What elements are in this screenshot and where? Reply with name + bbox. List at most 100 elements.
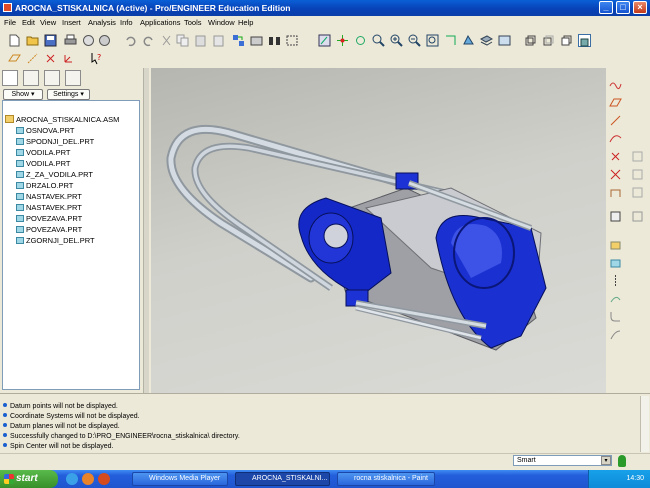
folder-browser-tab[interactable]: [23, 70, 39, 86]
plane-icon[interactable]: [609, 96, 622, 109]
view-manager-icon[interactable]: [498, 34, 511, 47]
cut-feature-icon[interactable]: [631, 150, 644, 163]
whats-this-icon[interactable]: ?: [90, 52, 103, 65]
tree-item[interactable]: NASTAVEK.PRT: [16, 202, 82, 213]
csys-icon[interactable]: [609, 168, 622, 181]
orient-mode-icon[interactable]: [354, 34, 367, 47]
menu-tools[interactable]: Tools: [184, 16, 202, 30]
refit-icon[interactable]: [426, 34, 439, 47]
point-icon[interactable]: [609, 150, 622, 163]
create-component-icon[interactable]: [609, 256, 622, 269]
show-dropdown[interactable]: Show ▾: [3, 89, 43, 100]
mirror-icon[interactable]: [609, 274, 622, 287]
redo-icon[interactable]: [142, 34, 155, 47]
find-icon[interactable]: [268, 34, 281, 47]
tree-item[interactable]: POVEZAVA.PRT: [16, 213, 82, 224]
menu-insert[interactable]: Insert: [62, 16, 81, 30]
media-icon[interactable]: [82, 473, 94, 485]
menu-applications[interactable]: Applications: [140, 16, 180, 30]
favorites-tab[interactable]: [44, 70, 60, 86]
message-scrollbar[interactable]: [640, 396, 649, 452]
send-mail-icon[interactable]: [82, 34, 95, 47]
menu-view[interactable]: View: [40, 16, 56, 30]
task-media-player[interactable]: Windows Media Player: [132, 472, 228, 486]
navigator-tabs: [2, 70, 87, 86]
menu-analysis[interactable]: Analysis: [88, 16, 116, 30]
settings-dropdown[interactable]: Settings ▾: [47, 89, 90, 100]
tree-item-label: Z_ZA_VODILA.PRT: [26, 170, 93, 179]
paste-special-icon[interactable]: [212, 34, 225, 47]
minimize-button[interactable]: _: [599, 1, 613, 14]
menu-help[interactable]: Help: [238, 16, 253, 30]
rib-icon[interactable]: [631, 186, 644, 199]
print-icon[interactable]: [64, 34, 77, 47]
tree-item[interactable]: Z_ZA_VODILA.PRT: [16, 169, 93, 180]
insert-icon[interactable]: [609, 210, 622, 223]
ie-icon[interactable]: [66, 473, 78, 485]
hidden-line-icon[interactable]: [542, 34, 555, 47]
mail-link-icon[interactable]: [98, 34, 111, 47]
firefox-icon[interactable]: [98, 473, 110, 485]
spin-center-icon[interactable]: [336, 34, 349, 47]
cut-icon[interactable]: [160, 34, 173, 47]
datum-toolbar: ?: [0, 50, 120, 68]
axis-icon[interactable]: [609, 114, 622, 127]
tree-root[interactable]: AROCNA_STISKALNICA.ASM: [5, 114, 119, 125]
shell-icon[interactable]: [631, 168, 644, 181]
tree-item[interactable]: OSNOVA.PRT: [16, 125, 74, 136]
wireframe-icon[interactable]: [524, 34, 537, 47]
menu-info[interactable]: Info: [120, 16, 133, 30]
regenerate-icon[interactable]: [232, 34, 245, 47]
zoom-window-icon[interactable]: [372, 34, 385, 47]
save-icon[interactable]: [44, 34, 57, 47]
shading-icon[interactable]: [578, 34, 591, 47]
sweep-icon[interactable]: [609, 292, 622, 305]
paste-icon[interactable]: [194, 34, 207, 47]
tree-item[interactable]: POVEZAVA.PRT: [16, 224, 82, 235]
menu-file[interactable]: File: [4, 16, 16, 30]
tree-item[interactable]: SPODNJI_DEL.PRT: [16, 136, 94, 147]
open-folder-icon[interactable]: [26, 34, 39, 47]
tree-item[interactable]: NASTAVEK.PRT: [16, 191, 82, 202]
close-button[interactable]: ×: [633, 1, 647, 14]
pattern-icon[interactable]: [609, 328, 622, 341]
tree-item[interactable]: VODILA.PRT: [16, 147, 70, 158]
tree-item[interactable]: DRZALO.PRT: [16, 180, 73, 191]
message-line: Coordinate Systems will not be displayed…: [3, 412, 140, 422]
sketch-curve-icon[interactable]: [609, 78, 622, 91]
zoom-in-icon[interactable]: [390, 34, 403, 47]
component-icon[interactable]: [609, 238, 622, 251]
new-file-icon[interactable]: [8, 34, 21, 47]
graphics-viewport[interactable]: [151, 68, 606, 393]
repaint-icon[interactable]: [318, 34, 331, 47]
saved-views-icon[interactable]: [462, 34, 475, 47]
zoom-out-icon[interactable]: [408, 34, 421, 47]
chevron-down-icon[interactable]: ▾: [601, 456, 611, 465]
tree-item[interactable]: VODILA.PRT: [16, 158, 70, 169]
tree-item[interactable]: ZGORNJI_DEL.PRT: [16, 235, 95, 246]
model-tree-tab[interactable]: [2, 70, 18, 86]
curve-icon[interactable]: [609, 132, 622, 145]
selection-filter[interactable]: Smart: [513, 455, 612, 466]
datum-planes-icon[interactable]: [8, 52, 21, 65]
no-hidden-icon[interactable]: [560, 34, 573, 47]
task-proengineer[interactable]: AROCNA_STISKALNI...: [235, 472, 330, 486]
menu-window[interactable]: Window: [208, 16, 235, 30]
layers-icon[interactable]: [480, 34, 493, 47]
reorient-icon[interactable]: [444, 34, 457, 47]
datum-points-icon[interactable]: [44, 52, 57, 65]
feature-ops-icon[interactable]: [631, 210, 644, 223]
regen-manager-icon[interactable]: [250, 34, 263, 47]
undo-icon[interactable]: [124, 34, 137, 47]
panel-splitter[interactable]: [143, 68, 149, 393]
task-paint[interactable]: rocna stiskalnica - Paint: [337, 472, 435, 486]
selection-box-icon[interactable]: [286, 34, 299, 47]
analysis-icon[interactable]: [609, 186, 622, 199]
datum-axes-icon[interactable]: [26, 52, 39, 65]
coord-systems-icon[interactable]: [62, 52, 75, 65]
menu-edit[interactable]: Edit: [22, 16, 35, 30]
maximize-button[interactable]: □: [616, 1, 630, 14]
round-icon[interactable]: [609, 310, 622, 323]
connections-tab[interactable]: [65, 70, 81, 86]
copy-icon[interactable]: [176, 34, 189, 47]
